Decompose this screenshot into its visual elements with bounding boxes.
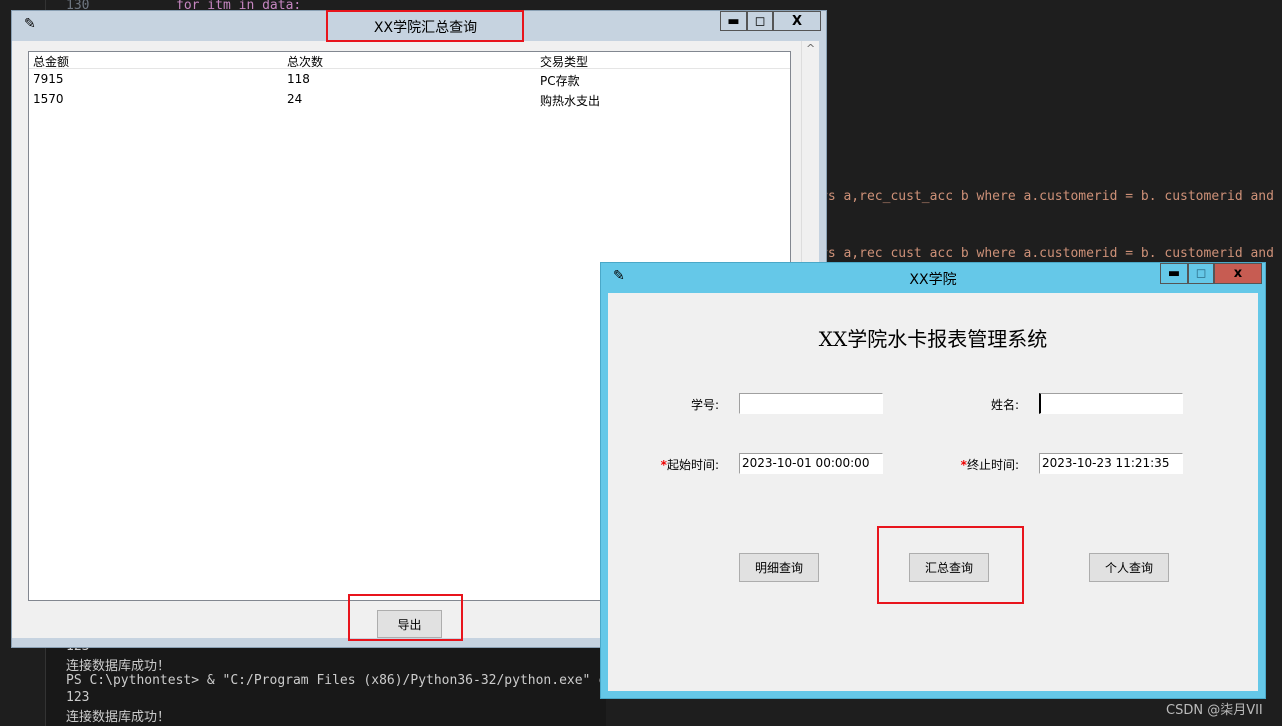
table-header: 总金额 总次数 交易类型 [29, 52, 790, 69]
name-input[interactable] [1039, 393, 1183, 414]
watermark: CSDN @柒月VII [1166, 703, 1263, 718]
personal-query-button[interactable]: 个人查询 [1089, 553, 1169, 582]
start-time-label: 起始时间: [666, 458, 719, 472]
student-id-input[interactable] [739, 393, 883, 414]
end-time-input[interactable]: 2023-10-23 11:21:35 [1039, 453, 1183, 474]
name-label: 姓名: [990, 398, 1019, 412]
terminal-line: PS C:\pythontest> & "C:/Program Files (x… [66, 673, 601, 688]
start-time-input[interactable]: 2023-10-01 00:00:00 [739, 453, 883, 474]
column-header[interactable]: 总金额 [33, 53, 69, 70]
sql-line-1: rs a,rec_cust_acc b where a.customerid =… [820, 189, 1282, 204]
sql-line-2: rs a,rec cust acc b where a.customerid =… [820, 246, 1282, 261]
highlight-box [326, 10, 524, 42]
minimize-button[interactable]: ▬ [720, 11, 747, 31]
table-row[interactable]: 1570 24 购热水支出 [29, 91, 790, 111]
feather-icon: ✎ [24, 16, 36, 32]
main-content: XX学院水卡报表管理系统 学号: 姓名: *起始时间: 2023-10-01 0… [608, 293, 1258, 691]
cell: 118 [287, 72, 310, 86]
terminal-line: 123 [66, 690, 90, 705]
close-button[interactable]: x [1214, 263, 1262, 284]
column-header[interactable]: 总次数 [287, 53, 323, 70]
app-heading: XX学院水卡报表管理系统 [818, 327, 1048, 351]
highlight-box [877, 526, 1024, 604]
cell: 1570 [33, 92, 64, 106]
terminal-line: 连接数据库成功！ [66, 659, 171, 674]
column-header[interactable]: 交易类型 [540, 53, 588, 70]
minimize-button[interactable]: ▬ [1160, 263, 1188, 284]
close-button[interactable]: X [773, 11, 821, 31]
main-window: ✎ XX学院 ▬ ◻ x XX学院水卡报表管理系统 学号: 姓名: *起始时间:… [600, 262, 1266, 699]
cell: 7915 [33, 72, 64, 86]
student-id-label: 学号: [690, 398, 719, 412]
main-titlebar[interactable]: ✎ XX学院 ▬ ◻ x [601, 263, 1265, 293]
window-title: XX学院 [909, 272, 957, 288]
maximize-button[interactable]: ◻ [747, 11, 773, 31]
end-time-label: 终止时间: [966, 458, 1019, 472]
cell: 24 [287, 92, 303, 106]
feather-icon: ✎ [613, 268, 625, 284]
cell: PC存款 [540, 74, 580, 88]
detail-query-button[interactable]: 明细查询 [739, 553, 819, 582]
cell: 购热水支出 [540, 94, 601, 108]
scroll-up-icon[interactable]: ^ [806, 42, 815, 55]
maximize-button[interactable]: ◻ [1188, 263, 1214, 284]
terminal-line: 连接数据库成功！ [66, 710, 171, 725]
table-row[interactable]: 7915 118 PC存款 [29, 71, 790, 91]
highlight-box [348, 594, 463, 641]
